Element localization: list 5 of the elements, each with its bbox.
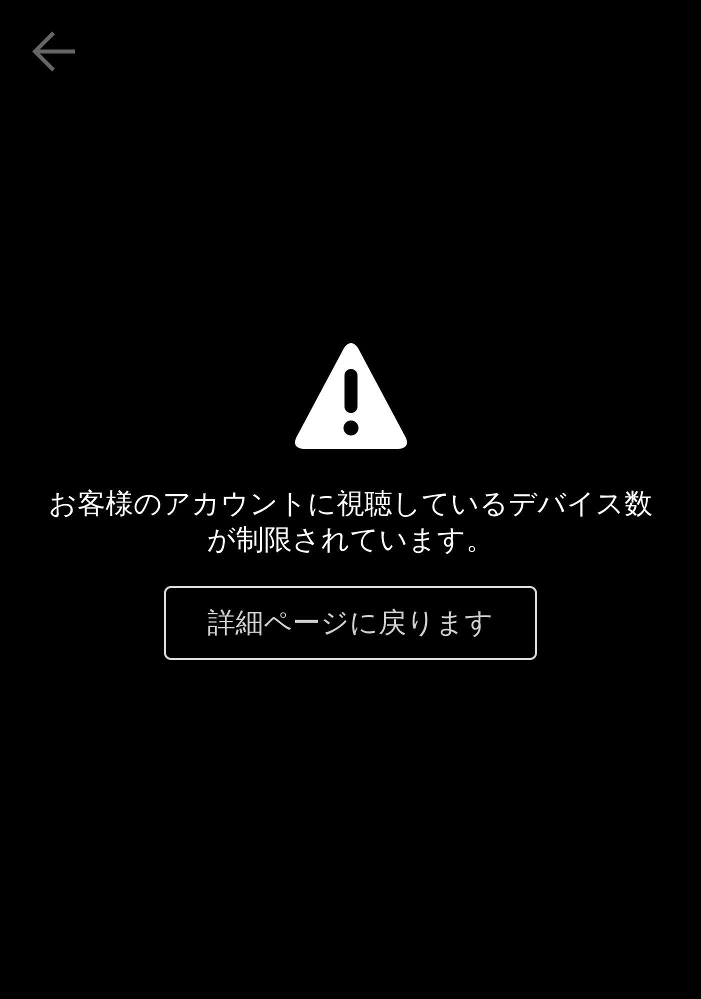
back-to-details-button[interactable]: 詳細ページに戻ります (164, 586, 537, 660)
alert-message: お客様のアカウントに視聴しているデバイス数が制限されています。 (48, 486, 654, 558)
warning-icon (294, 342, 408, 450)
back-button[interactable] (31, 29, 75, 73)
back-arrow-icon (32, 30, 74, 72)
